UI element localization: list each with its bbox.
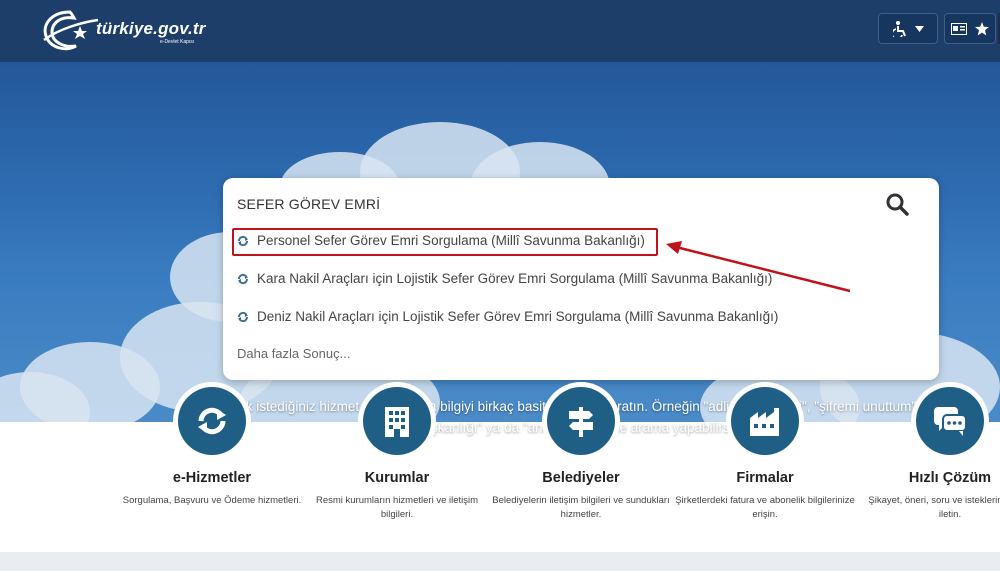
card-description: Şirketlerdeki fatura ve abonelik bilgile… (675, 495, 855, 520)
refresh-icon (237, 273, 249, 284)
id-card-icon (951, 22, 967, 35)
id-card-favorites-button[interactable] (944, 13, 996, 44)
card-description: Belediyelerin iletişim bilgileri ve sund… (492, 495, 670, 520)
more-results-link[interactable]: Daha fazla Sonuç... (237, 346, 350, 361)
star-icon (975, 21, 989, 35)
annotation-arrow (666, 241, 851, 293)
top-header: türkiye.gov.tr e-Devlet Kapısı (0, 0, 1000, 62)
card-title: Kurumlar (364, 470, 430, 486)
card-description: Şikayet, öneri, soru ve isteklerinizi bi… (868, 495, 1000, 520)
building-icon (385, 407, 409, 437)
crescent-star-icon (43, 10, 99, 51)
search-result-item[interactable]: Deniz Nakil Araçları için Lojistik Sefer… (237, 309, 778, 324)
card-title: Belediyeler (542, 470, 620, 486)
search-icon[interactable] (885, 192, 909, 216)
search-input[interactable]: SEFER GÖREV EMRİ (237, 196, 380, 212)
chat-icon (934, 407, 967, 436)
card-title: Hızlı Çözüm (908, 470, 992, 486)
card-description: Sorgulama, Başvuru ve Ödeme hizmetleri. (122, 495, 302, 506)
refresh-icon (198, 407, 226, 435)
card-title: e-Hizmetler (172, 470, 252, 486)
bottom-strip (0, 552, 1000, 571)
card-e-hizmetler[interactable]: e-Hizmetler Sorgulama, Başvuru ve Ödeme … (122, 382, 302, 508)
accessibility-button[interactable] (878, 13, 938, 44)
highlight-annotation-box (232, 228, 658, 256)
logo-subtext: e-Devlet Kapısı (160, 39, 195, 45)
factory-icon (750, 408, 779, 436)
logo-text: türkiye.gov.tr (96, 19, 206, 38)
site-logo[interactable]: türkiye.gov.tr e-Devlet Kapısı (40, 8, 240, 54)
caret-down-icon (914, 25, 924, 32)
card-title: Firmalar (736, 470, 794, 486)
search-result-label: Deniz Nakil Araçları için Lojistik Sefer… (257, 309, 779, 324)
card-hizli-cozum[interactable]: Hızlı Çözüm Şikayet, öneri, soru ve iste… (860, 382, 1000, 522)
signpost-icon (569, 407, 593, 437)
refresh-icon (237, 311, 249, 322)
card-firmalar[interactable]: Firmalar Şirketlerdeki fatura ve aboneli… (675, 382, 855, 522)
accessibility-icon (892, 20, 906, 37)
card-description: Resmi kurumların hizmetleri ve iletişim … (315, 495, 479, 520)
card-belediyeler[interactable]: Belediyeler Belediyelerin iletişim bilgi… (491, 382, 671, 522)
card-kurumlar[interactable]: Kurumlar Resmi kurumların hizmetleri ve … (307, 382, 487, 522)
